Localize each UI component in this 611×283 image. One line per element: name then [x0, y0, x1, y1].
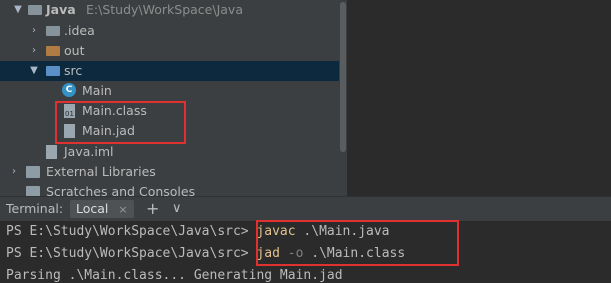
tree-item-java-root[interactable]: ▼ Java E:\Study\WorkSpace\Java — [0, 0, 347, 20]
tree-item-label: Main — [82, 83, 112, 98]
tree-item-out[interactable]: › out — [0, 41, 347, 61]
tree-item-label: Java — [46, 2, 76, 17]
folder-icon — [46, 26, 60, 36]
terminal-output[interactable]: PS E:\Study\WorkSpace\Java\src> javac .\… — [0, 220, 611, 283]
tree-scrollbar[interactable] — [339, 0, 347, 196]
highlight-box-commands — [256, 220, 459, 266]
tab-local[interactable]: Local × — [70, 200, 134, 218]
tab-label: Local — [76, 201, 109, 216]
chevron-right-icon[interactable]: › — [28, 21, 40, 41]
close-icon[interactable]: × — [118, 203, 127, 216]
tree-item-external-libraries[interactable]: › External Libraries — [0, 162, 347, 182]
tree-item-label: src — [64, 63, 83, 78]
prompt: PS E:\Study\WorkSpace\Java\src> — [6, 246, 257, 261]
terminal-line: Parsing .\Main.class... Generating Main.… — [6, 268, 343, 283]
prompt: PS E:\Study\WorkSpace\Java\src> — [6, 224, 257, 239]
highlight-box-files — [55, 101, 186, 144]
module-folder-icon — [28, 5, 42, 15]
tree-item-main[interactable]: C Main — [0, 81, 347, 101]
terminal-title: Terminal: — [6, 201, 64, 216]
tree-item-label: Java.iml — [64, 144, 114, 159]
module-file-icon — [46, 145, 57, 159]
tree-item-idea[interactable]: › .idea — [0, 21, 347, 41]
tree-item-path: E:\Study\WorkSpace\Java — [86, 2, 243, 17]
editor-area — [347, 0, 611, 196]
tree-item-java-iml[interactable]: Java.iml — [0, 142, 347, 162]
chevron-right-icon[interactable]: › — [28, 41, 40, 61]
scrollbar-thumb[interactable] — [340, 2, 346, 152]
tree-item-label: .idea — [64, 23, 95, 38]
terminal-toolbar: Terminal: Local × + ∨ — [0, 196, 611, 222]
tree-item-scratches[interactable]: Scratches and Consoles — [0, 182, 347, 196]
scratches-icon — [26, 186, 40, 196]
tree-item-src[interactable]: ▼ src — [0, 61, 347, 81]
chevron-down-icon[interactable]: ▼ — [28, 61, 40, 81]
chevron-down-icon[interactable]: ▼ — [12, 0, 24, 20]
tree-item-label: out — [64, 43, 85, 58]
java-class-icon: C — [62, 83, 76, 97]
chevron-right-icon[interactable]: › — [8, 162, 20, 182]
chevron-down-icon[interactable]: ∨ — [172, 197, 182, 221]
source-folder-icon — [46, 66, 60, 76]
excluded-folder-icon — [46, 46, 60, 56]
tree-item-label: Scratches and Consoles — [46, 184, 196, 196]
tree-item-label: External Libraries — [46, 164, 156, 179]
add-icon[interactable]: + — [146, 197, 159, 221]
library-icon — [26, 166, 40, 178]
